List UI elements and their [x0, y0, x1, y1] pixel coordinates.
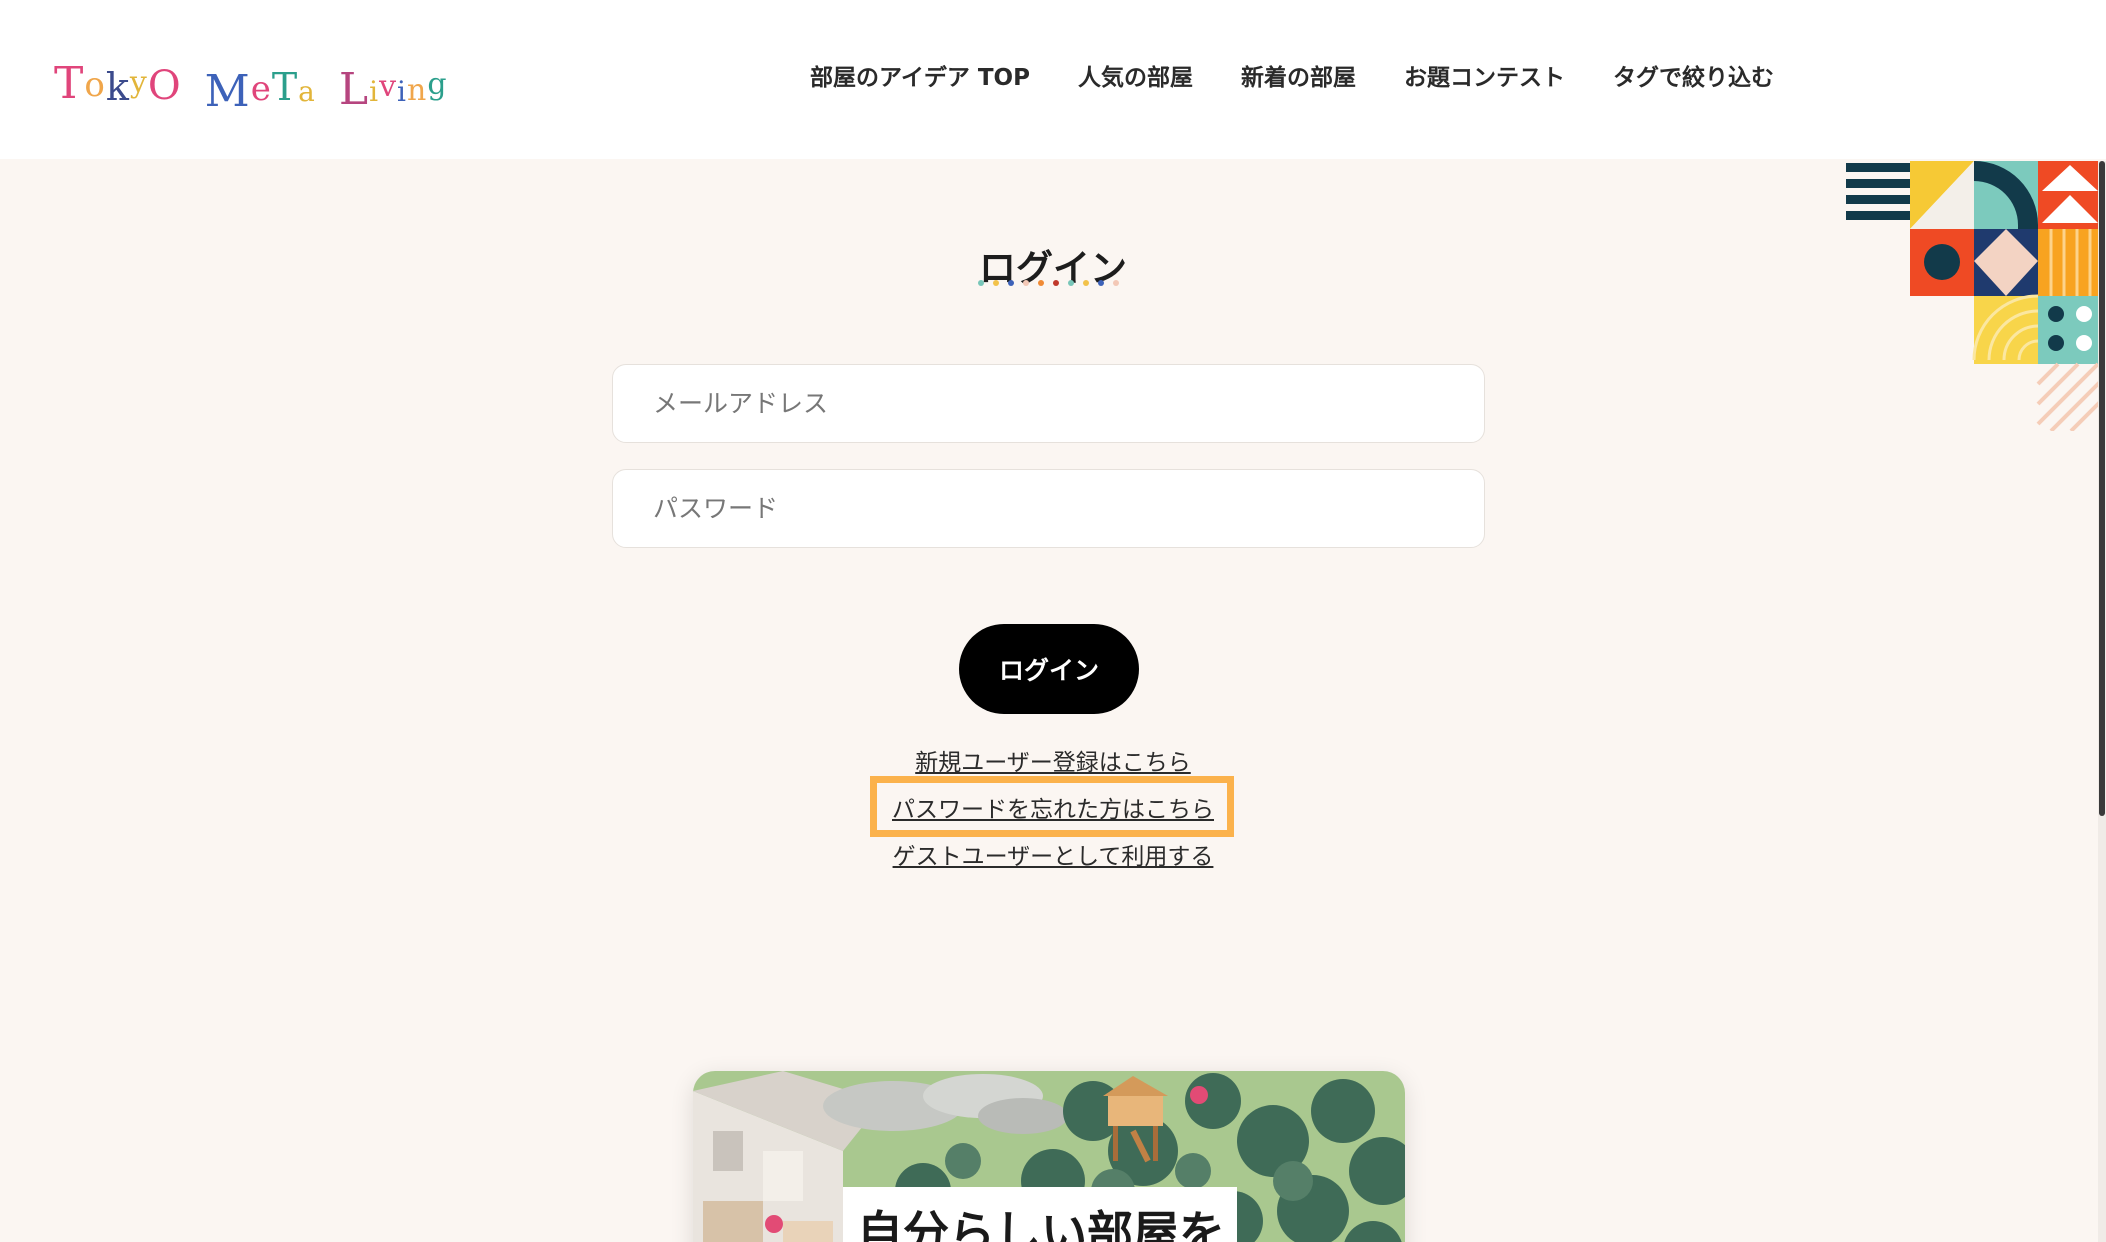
logo-letter: y	[129, 65, 147, 100]
nav-item-tag-filter[interactable]: タグで絞り込む	[1613, 58, 1774, 92]
logo-letter: v	[379, 69, 397, 104]
page-scrollbar[interactable]	[2098, 161, 2106, 1242]
decorative-dot	[1068, 280, 1074, 286]
decorative-dot	[1053, 280, 1059, 286]
logo-letter: o	[84, 65, 105, 105]
decorative-dot	[1038, 280, 1044, 286]
register-link[interactable]: 新規ユーザー登録はこちら	[915, 740, 1191, 787]
logo-letter: e	[250, 69, 271, 109]
decorative-dot	[1023, 280, 1029, 286]
logo-letter: k	[105, 65, 129, 109]
guest-login-link[interactable]: ゲストユーザーとして利用する	[893, 834, 1214, 881]
logo-letter: O	[147, 63, 181, 109]
nav-item-contest[interactable]: お題コンテスト	[1404, 58, 1565, 92]
nav-item-ideas-top[interactable]: 部屋のアイデア TOP	[810, 58, 1030, 92]
password-field[interactable]	[612, 469, 1485, 548]
banner-headline: 自分らしい部屋を	[843, 1187, 1237, 1242]
logo-letter: n	[406, 73, 427, 108]
logo-letter: i	[369, 75, 379, 108]
decorative-dot	[1083, 280, 1089, 286]
logo-letter: g	[427, 67, 447, 102]
logo-letter: a	[298, 75, 315, 108]
nav-item-popular-rooms[interactable]: 人気の部屋	[1078, 58, 1193, 92]
auth-links: 新規ユーザー登録はこちら パスワードを忘れた方はこちら ゲストユーザーとして利用…	[0, 740, 2106, 881]
site-header: TokyOMeTaLiving 部屋のアイデア TOP 人気の部屋 新着の部屋 …	[0, 0, 2106, 159]
decorative-dot	[1098, 280, 1104, 286]
nav-item-new-rooms[interactable]: 新着の部屋	[1241, 58, 1356, 92]
logo-letter: L	[338, 64, 369, 115]
decorative-dot	[978, 280, 984, 286]
main-nav: 部屋のアイデア TOP 人気の部屋 新着の部屋 お題コンテスト タグで絞り込む	[810, 58, 1774, 92]
decorative-pattern	[1846, 161, 2106, 433]
site-logo[interactable]: TokyOMeTaLiving	[54, 54, 447, 114]
email-field[interactable]	[612, 364, 1485, 443]
login-button[interactable]: ログイン	[959, 624, 1139, 714]
forgot-password-link[interactable]: パスワードを忘れた方はこちら	[892, 787, 1214, 834]
logo-letter: i	[397, 75, 406, 108]
logo-letter: T	[271, 65, 298, 109]
decorative-dot	[1008, 280, 1014, 286]
promo-banner[interactable]: 自分らしい部屋を	[693, 1071, 1405, 1242]
title-underline-dots	[978, 280, 1119, 286]
decorative-dot	[993, 280, 999, 286]
logo-letter: T	[54, 58, 84, 109]
decorative-dot	[1113, 280, 1119, 286]
logo-letter: M	[204, 66, 250, 117]
